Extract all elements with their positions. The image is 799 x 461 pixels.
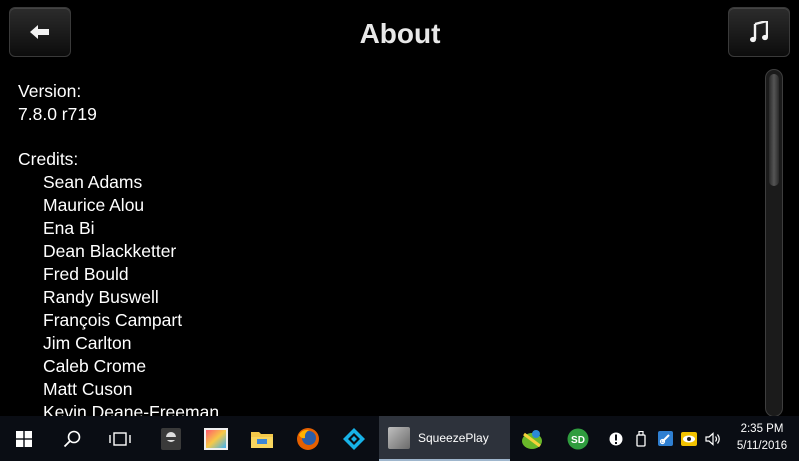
squeezeplay-icon	[388, 426, 410, 449]
scrollbar-thumb[interactable]	[769, 74, 779, 186]
credit-item: Sean Adams	[43, 172, 143, 192]
credit-item: François Campart	[43, 310, 183, 330]
credit-item: Randy Buswell	[43, 287, 159, 307]
credit-item: Matt Cuson	[43, 379, 133, 399]
credit-item: Ena Bi	[43, 218, 95, 238]
app-icon[interactable]	[155, 416, 187, 461]
credits-label: Credits:	[18, 149, 79, 169]
back-arrow-icon	[30, 25, 49, 39]
squeezeplay-window: About Version: 7.8.0 r719 Credits: Sean …	[0, 0, 799, 416]
credit-item: Dean Blackketter	[43, 241, 177, 261]
back-button[interactable]	[9, 7, 71, 57]
credit-item: Jim Carlton	[43, 333, 132, 353]
paint-icon[interactable]	[200, 416, 232, 461]
music-note-icon	[750, 21, 768, 43]
sd-icon[interactable]: SD	[562, 416, 594, 461]
pinned-app-icon[interactable]	[516, 416, 548, 461]
usb-icon[interactable]	[632, 416, 650, 461]
version-label: Version:	[18, 81, 82, 101]
search-icon[interactable]	[56, 416, 88, 461]
kodi-icon[interactable]	[338, 416, 370, 461]
credit-item: Kevin Deane-Freeman	[43, 402, 220, 416]
volume-icon[interactable]	[703, 416, 723, 461]
credit-item: Caleb Crome	[43, 356, 147, 376]
firefox-icon[interactable]	[292, 416, 324, 461]
windows-start-icon[interactable]	[8, 416, 40, 461]
tray-info-icon[interactable]	[606, 416, 626, 461]
taskbar-squeezeplay-button[interactable]: SqueezePlay	[379, 416, 510, 461]
about-content: Version: 7.8.0 r719 Credits: Sean Adams …	[18, 80, 758, 416]
now-playing-button[interactable]	[728, 7, 790, 57]
credit-item: Fred Bould	[43, 264, 129, 284]
credit-item: Maurice Alou	[43, 195, 145, 215]
file-explorer-icon[interactable]	[246, 416, 278, 461]
clock-time: 2:35 PM	[740, 423, 784, 435]
network-icon[interactable]	[655, 416, 675, 461]
page-title: About	[359, 18, 441, 49]
clock-date: 5/11/2016	[736, 440, 788, 452]
eye-icon[interactable]	[679, 416, 699, 461]
svg-text:SD: SD	[571, 435, 585, 446]
taskbar-clock[interactable]: 2:35 PM 5/11/2016	[728, 421, 796, 455]
taskbar-app-label: SqueezePlay	[418, 430, 489, 445]
task-view-icon[interactable]	[104, 416, 136, 461]
windows-taskbar: SqueezePlay SD 2:35 PM 5/11/2016	[0, 416, 799, 461]
version-value: 7.8.0 r719	[18, 104, 97, 124]
scrollbar[interactable]	[765, 69, 783, 416]
